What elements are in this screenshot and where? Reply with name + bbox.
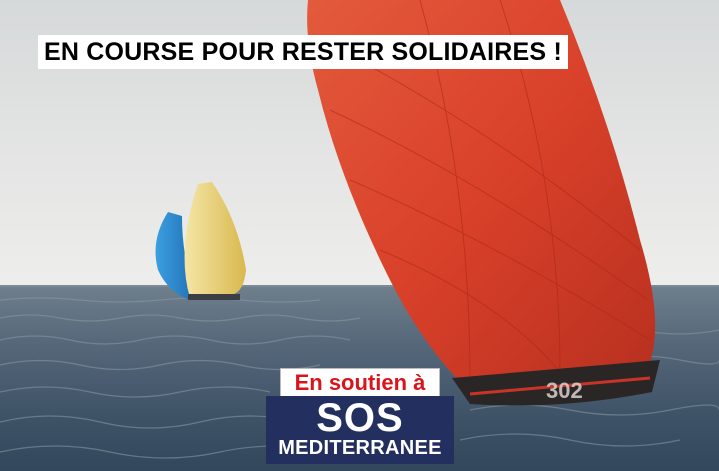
sail-number: 302 xyxy=(546,378,583,403)
logo-line-sos: SOS xyxy=(316,396,404,440)
logo-line-mediterranee: MEDITERRANEE xyxy=(278,437,442,459)
sos-mediterranee-logo: SOS MEDITERRANEE xyxy=(266,396,454,464)
distant-hull xyxy=(188,294,240,300)
distant-boats xyxy=(155,182,246,300)
photo-scene: 302 EN COURSE POUR RESTER SOLIDAIRES ! E… xyxy=(0,0,719,471)
yellow-spinnaker xyxy=(184,182,246,298)
support-card: En soutien à SOS MEDITERRANEE xyxy=(266,368,454,464)
support-label: En soutien à xyxy=(280,368,440,398)
headline-banner: EN COURSE POUR RESTER SOLIDAIRES ! xyxy=(38,35,568,69)
